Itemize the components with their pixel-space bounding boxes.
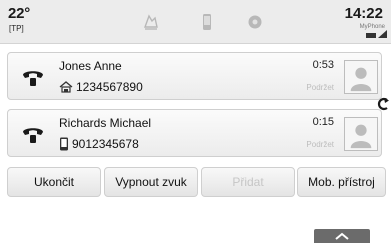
phone-tab-icon[interactable] xyxy=(198,13,216,31)
battery-icon xyxy=(366,33,376,38)
caller-name: Jones Anne xyxy=(59,59,122,73)
clock: 14:22 xyxy=(344,5,383,22)
hold-label[interactable]: Podržet xyxy=(306,140,334,149)
temperature: 22° xyxy=(8,5,31,22)
chevron-up-icon xyxy=(335,232,349,240)
mobile-phone-icon xyxy=(60,137,68,151)
mute-button[interactable]: Vypnout zvuk xyxy=(104,167,198,197)
app-tab-icon[interactable] xyxy=(246,13,264,31)
hold-label[interactable]: Podržet xyxy=(306,83,334,92)
call-entry-jones[interactable]: Jones Anne 1234567890 0:53 Podržet xyxy=(7,52,382,100)
handset-icon[interactable] xyxy=(19,63,47,91)
call-duration: 0:15 xyxy=(312,116,334,128)
status-bar: 22° [TP] 14:22 MyPhone xyxy=(0,0,391,44)
contact-avatar-icon xyxy=(344,60,378,94)
signal-icon xyxy=(378,30,387,38)
call-duration: 0:53 xyxy=(312,59,334,71)
caller-number: 1234567890 xyxy=(76,80,143,94)
home-phone-icon xyxy=(59,81,73,93)
caller-number-row: 9012345678 xyxy=(59,137,139,151)
collapse-tab[interactable] xyxy=(314,229,370,243)
media-tab-icon[interactable] xyxy=(142,13,160,31)
mobile-device-button[interactable]: Mob. přístroj xyxy=(297,167,386,197)
end-call-button[interactable]: Ukončit xyxy=(7,167,101,197)
caller-name: Richards Michael xyxy=(59,116,152,130)
handset-icon[interactable] xyxy=(19,120,47,148)
traffic-program-indicator: [TP] xyxy=(9,24,24,33)
caller-number: 9012345678 xyxy=(72,137,139,151)
contact-avatar-icon xyxy=(344,117,378,151)
caller-number-row: 1234567890 xyxy=(59,80,143,94)
call-entry-richards[interactable]: Richards Michael 9012345678 0:15 Podržet xyxy=(7,109,382,157)
add-call-button[interactable]: Přidat xyxy=(201,167,295,197)
